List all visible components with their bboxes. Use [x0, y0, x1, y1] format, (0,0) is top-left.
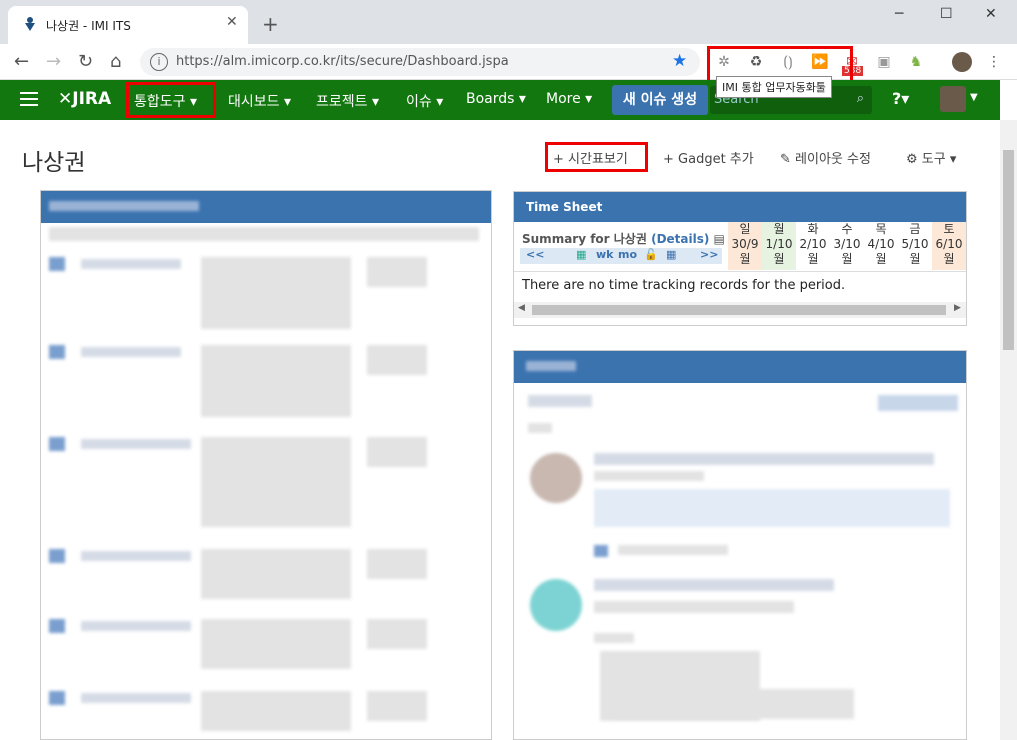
timesheet-gadget: Time Sheet Summary for 나상권 (Details) ▤ <…: [513, 191, 967, 326]
add-gadget-button[interactable]: + Gadget 추가: [663, 148, 754, 167]
minimize-icon[interactable]: ─: [895, 6, 903, 22]
browser-titlebar: 나상권 - IMI ITS ✕ + ─ ☐ ✕: [0, 0, 1017, 44]
day-column-sat: 토 6/10 월: [932, 222, 966, 270]
address-bar[interactable]: i https://alm.imicorp.co.kr/its/secure/D…: [140, 48, 700, 76]
timesheet-nav: << ▦ wk mo 🔓 ▦ >>: [520, 248, 722, 264]
day-column-thu: 목 4/10 월: [867, 222, 895, 266]
timesheet-summary: Summary for 나상권 (Details) ▤: [522, 230, 725, 247]
new-tab-icon[interactable]: +: [262, 12, 279, 36]
maximize-icon[interactable]: ☐: [940, 6, 953, 22]
calendar-strip-icon[interactable]: ▦: [576, 248, 586, 261]
menu-projects[interactable]: 프로젝트 ▾: [316, 91, 379, 111]
browser-tab[interactable]: 나상권 - IMI ITS ✕: [8, 6, 248, 44]
app-switcher-icon[interactable]: [20, 92, 38, 106]
close-window-icon[interactable]: ✕: [985, 6, 997, 22]
week-view-button[interactable]: wk: [596, 248, 613, 261]
extension-square-icon[interactable]: ▣: [874, 52, 894, 72]
highlight-box-timesheet: [545, 142, 648, 172]
menu-dashboards[interactable]: 대시보드 ▾: [228, 91, 291, 111]
tools-button[interactable]: ⚙ 도구 ▾: [906, 148, 956, 167]
export-icon[interactable]: ▤: [714, 232, 725, 246]
edit-layout-button[interactable]: ✎ 레이아웃 수정: [780, 148, 871, 167]
prev-period-button[interactable]: <<: [526, 248, 544, 261]
user-avatar[interactable]: [940, 86, 966, 112]
android-icon[interactable]: ♞: [906, 52, 926, 72]
timesheet-hscrollbar[interactable]: ◀ ▶: [514, 302, 966, 318]
summary-label: Summary for 나상권: [522, 232, 647, 246]
calendar-icon[interactable]: ▦: [666, 248, 676, 261]
create-issue-button[interactable]: 새 이슈 생성: [612, 85, 708, 115]
reload-icon[interactable]: ↻: [78, 51, 93, 72]
url-text[interactable]: https://alm.imicorp.co.kr/its/secure/Das…: [176, 54, 509, 69]
timesheet-title: Time Sheet: [514, 192, 966, 222]
tab-close-icon[interactable]: ✕: [226, 14, 238, 30]
page-title: 나상권: [22, 150, 86, 176]
menu-more[interactable]: More ▾: [546, 91, 592, 107]
hscroll-thumb[interactable]: [532, 305, 946, 315]
highlight-box-menu: [126, 82, 216, 118]
browser-toolbar: ← → ↻ ⌂ i https://alm.imicorp.co.kr/its/…: [0, 44, 1017, 80]
scrollbar-thumb[interactable]: [1003, 150, 1014, 350]
page-scrollbar[interactable]: [1000, 120, 1017, 740]
profile-avatar[interactable]: [952, 52, 972, 72]
extension-tooltip: IMI 통합 업무자동화툴: [716, 76, 832, 98]
menu-issues[interactable]: 이슈 ▾: [406, 91, 443, 111]
day-column-wed: 수 3/10 월: [833, 222, 861, 266]
scroll-right-icon[interactable]: ▶: [954, 303, 961, 313]
tab-title: 나상권 - IMI ITS: [46, 19, 131, 33]
day-column-mon: 월 1/10 월: [762, 222, 796, 270]
help-icon[interactable]: ?▾: [892, 89, 909, 108]
scroll-left-icon[interactable]: ◀: [518, 303, 525, 313]
search-icon[interactable]: ⌕: [857, 91, 864, 106]
jira-favicon-icon: [25, 17, 35, 31]
back-icon[interactable]: ←: [14, 51, 29, 72]
activity-stream-gadget: [513, 350, 967, 740]
assigned-issues-gadget: [40, 190, 492, 740]
timesheet-empty-message: There are no time tracking records for t…: [522, 278, 846, 293]
browser-menu-icon[interactable]: ⋮: [984, 52, 1004, 72]
menu-boards[interactable]: Boards ▾: [466, 91, 526, 107]
user-chevron-down-icon[interactable]: ▼: [970, 92, 978, 103]
day-column-tue: 화 2/10 월: [799, 222, 827, 266]
month-view-button[interactable]: mo: [618, 248, 637, 261]
details-link[interactable]: (Details): [651, 232, 709, 246]
gadget-header: [514, 351, 966, 383]
day-column-sun: 일 30/9 월: [728, 222, 762, 270]
home-icon[interactable]: ⌂: [110, 51, 121, 72]
unlock-icon[interactable]: 🔓: [644, 248, 658, 261]
forward-icon[interactable]: →: [46, 51, 61, 72]
next-period-button[interactable]: >>: [700, 248, 718, 261]
bookmark-star-icon[interactable]: ★: [672, 51, 687, 71]
day-column-fri: 금 5/10 월: [901, 222, 929, 266]
site-info-icon[interactable]: i: [150, 53, 168, 71]
jira-logo[interactable]: ✕JIRA: [58, 89, 111, 109]
